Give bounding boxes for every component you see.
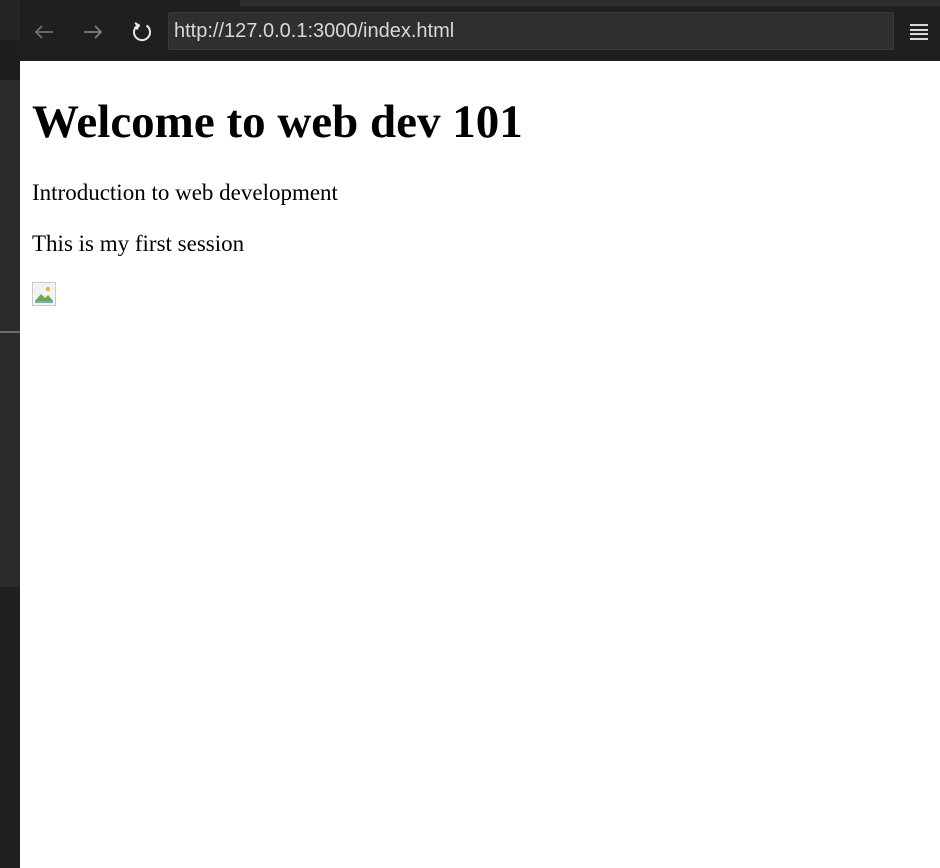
reload-button[interactable]	[125, 14, 159, 50]
editor-area-top	[0, 40, 20, 80]
back-button[interactable]	[27, 14, 61, 50]
url-bar[interactable]	[168, 12, 894, 50]
browser-toolbar	[20, 6, 940, 62]
simple-browser: Welcome to web dev 101 Introduction to w…	[20, 0, 940, 868]
editor-panel-lower	[0, 333, 20, 587]
intro-paragraph: Introduction to web development	[32, 180, 338, 205]
reload-icon	[133, 22, 151, 42]
browser-menu-button[interactable]	[904, 14, 934, 50]
broken-image-icon	[32, 282, 56, 306]
screen: Welcome to web dev 101 Introduction to w…	[0, 0, 940, 868]
page-viewport: Welcome to web dev 101 Introduction to w…	[20, 61, 940, 868]
forward-button[interactable]	[76, 14, 110, 50]
arrow-left-icon	[34, 25, 53, 39]
arrow-right-icon	[84, 25, 103, 39]
menu-icon	[910, 24, 928, 40]
editor-panel-upper	[0, 80, 20, 332]
session-paragraph: This is my first session	[32, 231, 245, 256]
editor-sidebar-strip	[0, 0, 20, 868]
editor-tab-bar	[0, 0, 20, 41]
editor-area-bottom	[0, 587, 20, 868]
url-input[interactable]	[174, 19, 893, 43]
page-heading: Welcome to web dev 101	[32, 96, 523, 148]
